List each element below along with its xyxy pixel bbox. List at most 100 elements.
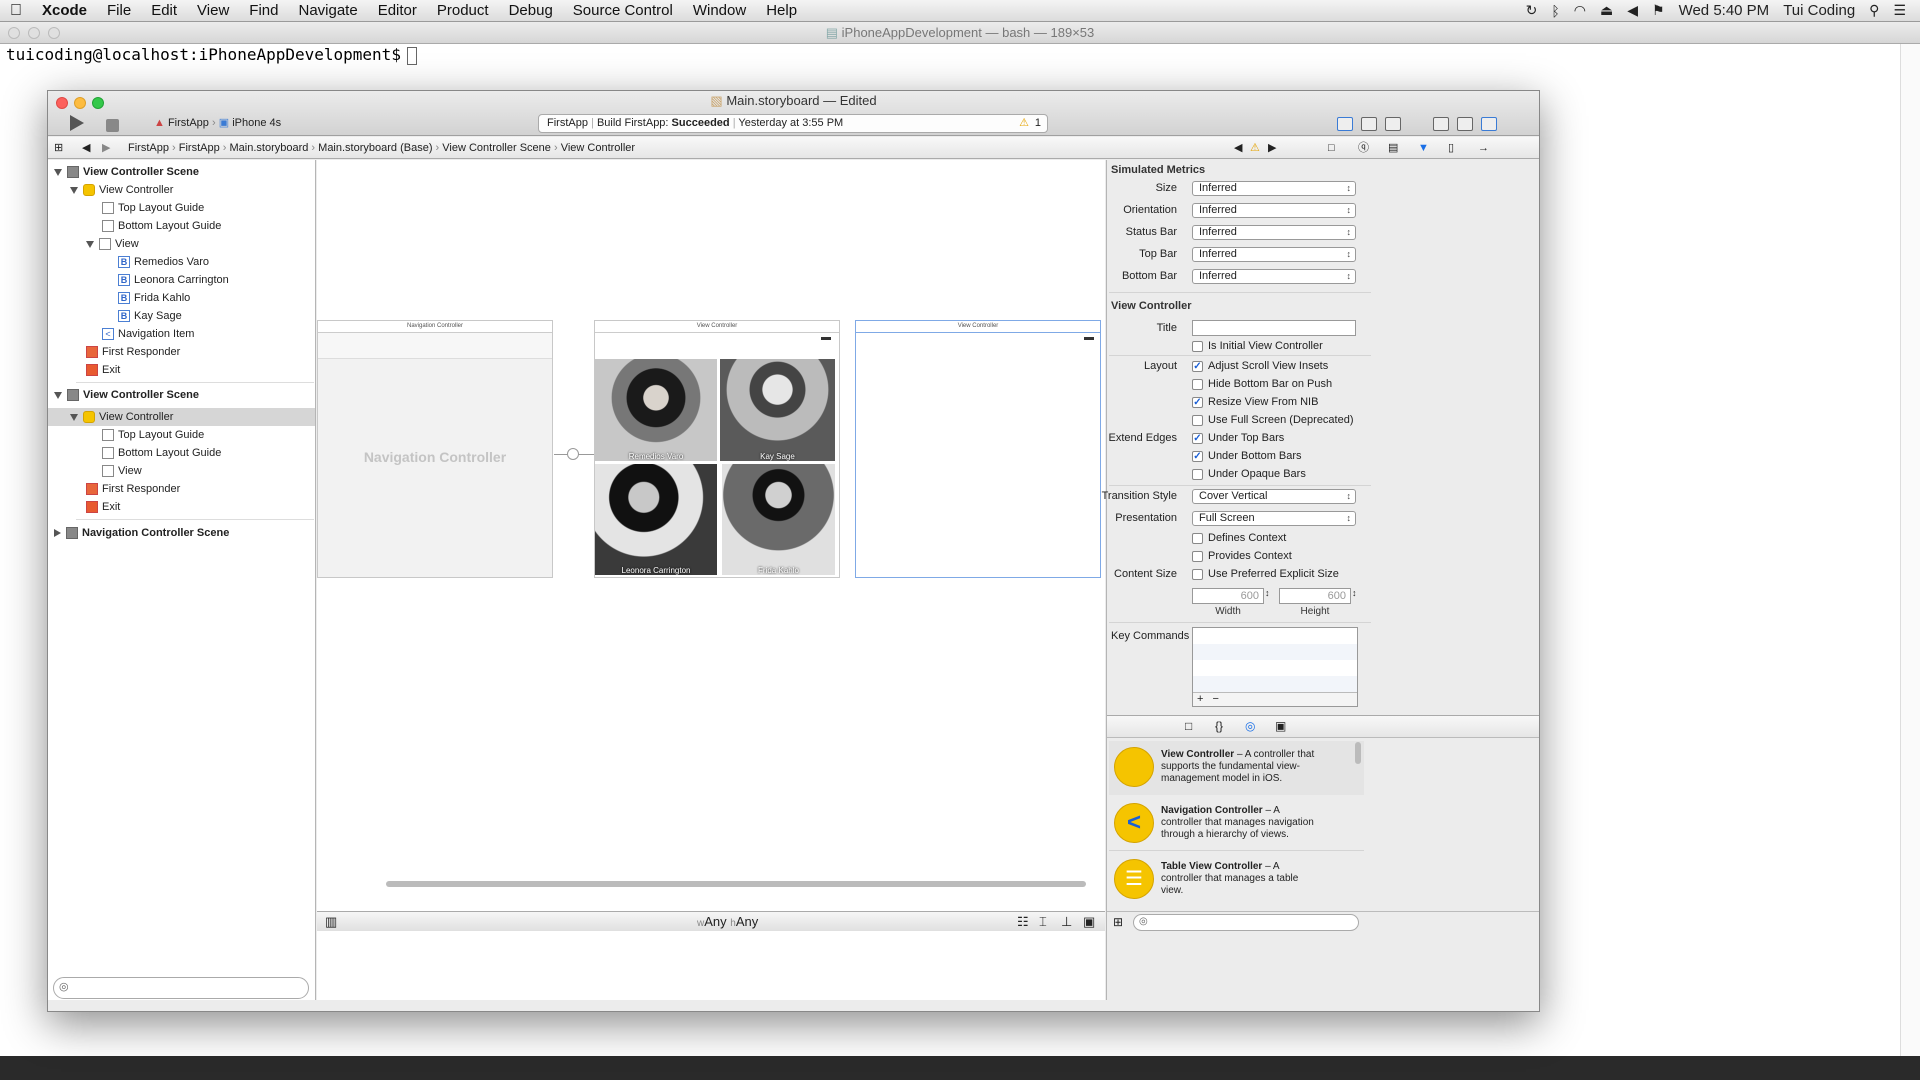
- under-top-bars-checkbox[interactable]: ✓ Under Top Bars: [1192, 432, 1284, 444]
- height-stepper-icon[interactable]: ↕: [1352, 588, 1357, 598]
- disclosure-triangle-icon[interactable]: [54, 529, 61, 537]
- assistant-editor-icon[interactable]: [1361, 117, 1377, 131]
- outline-bottom-layout-guide-2[interactable]: Bottom Layout Guide: [102, 444, 221, 462]
- terminal-close-button[interactable]: [8, 27, 20, 39]
- quick-help-icon[interactable]: ⓠ: [1358, 137, 1369, 159]
- standard-editor-icon[interactable]: [1337, 117, 1353, 131]
- identity-inspector-icon[interactable]: ▤: [1388, 137, 1398, 159]
- menu-window[interactable]: Window: [683, 2, 756, 19]
- grid-view-icon[interactable]: ⊞: [1113, 915, 1123, 929]
- bluetooth-icon[interactable]: ᛒ: [1551, 3, 1559, 19]
- menu-product[interactable]: Product: [427, 2, 499, 19]
- apple-menu-icon[interactable]: : [0, 2, 32, 20]
- segue-icon[interactable]: [567, 448, 579, 460]
- issue-prev-icon[interactable]: ◀: [1234, 137, 1242, 159]
- outline-scene-3[interactable]: Navigation Controller Scene: [54, 524, 229, 542]
- notification-center-icon[interactable]: ☰: [1893, 2, 1906, 19]
- library-item-table-view-controller[interactable]: ☰ Table View Controller – A controller t…: [1109, 853, 1364, 907]
- under-opaque-bars-checkbox[interactable]: Under Opaque Bars: [1192, 468, 1306, 480]
- stack-icon[interactable]: ☷: [1017, 914, 1029, 930]
- menu-user[interactable]: Tui Coding: [1783, 2, 1855, 19]
- breadcrumb-storyboard[interactable]: Main.storyboard: [230, 142, 309, 154]
- pin-icon[interactable]: ⊥: [1061, 914, 1072, 930]
- storyboard-canvas[interactable]: Navigation Controller Navigation Control…: [317, 160, 1105, 1000]
- terminal-minimize-button[interactable]: [28, 27, 40, 39]
- canvas-horizontal-scrollbar[interactable]: [386, 881, 1086, 887]
- breadcrumb-group[interactable]: FirstApp: [179, 142, 220, 154]
- menu-edit[interactable]: Edit: [141, 2, 187, 19]
- menu-editor[interactable]: Editor: [368, 2, 427, 19]
- disclosure-triangle-icon[interactable]: [70, 413, 78, 421]
- outline-button-frida[interactable]: B Frida Kahlo: [118, 289, 190, 307]
- disclosure-triangle-icon[interactable]: [70, 186, 78, 194]
- issue-next-icon[interactable]: ▶: [1268, 137, 1276, 159]
- outline-top-layout-guide-1[interactable]: Top Layout Guide: [102, 199, 204, 217]
- resolve-auto-layout-icon[interactable]: ▣: [1083, 914, 1095, 930]
- library-item-view-controller[interactable]: View Controller – A controller that supp…: [1109, 741, 1364, 795]
- breadcrumb-project[interactable]: FirstApp: [128, 142, 169, 154]
- menu-clock[interactable]: Wed 5:40 PM: [1679, 2, 1770, 19]
- back-arrow-icon[interactable]: ◀: [82, 137, 90, 159]
- outline-exit-1[interactable]: Exit: [86, 361, 120, 379]
- toggle-outline-icon[interactable]: ▥: [325, 914, 337, 930]
- outline-view-controller-1[interactable]: View Controller: [70, 181, 173, 199]
- photo-button-kay[interactable]: Kay Sage: [720, 359, 835, 461]
- menu-file[interactable]: File: [97, 2, 141, 19]
- code-snippet-library-icon[interactable]: {}: [1215, 719, 1223, 733]
- menu-view[interactable]: View: [187, 2, 239, 19]
- attributes-inspector-icon[interactable]: ▼: [1418, 137, 1429, 159]
- menu-navigate[interactable]: Navigate: [288, 2, 367, 19]
- media-library-icon[interactable]: ▣: [1275, 719, 1286, 733]
- size-class-control[interactable]: wAny hAny: [697, 914, 758, 929]
- full-screen-checkbox[interactable]: Use Full Screen (Deprecated): [1192, 414, 1354, 426]
- outline-button-leonora[interactable]: B Leonora Carrington: [118, 271, 229, 289]
- scheme-selector[interactable]: ▲ FirstApp › ▣ iPhone 4s: [154, 116, 281, 129]
- outline-view-controller-2[interactable]: View Controller: [48, 408, 315, 426]
- terminal-scrollbar[interactable]: [1900, 44, 1920, 1064]
- time-machine-icon[interactable]: ↻: [1526, 2, 1538, 19]
- toggle-navigator-icon[interactable]: [1433, 117, 1449, 131]
- navigation-controller-scene[interactable]: Navigation Controller Navigation Control…: [317, 320, 553, 578]
- under-bottom-bars-checkbox[interactable]: ✓ Under Bottom Bars: [1192, 450, 1302, 462]
- breadcrumb-storyboard-base[interactable]: Main.storyboard (Base): [318, 142, 432, 154]
- menu-find[interactable]: Find: [239, 2, 288, 19]
- add-key-command-button[interactable]: +: [1197, 693, 1203, 705]
- warning-count[interactable]: 1: [1035, 115, 1041, 132]
- key-commands-table[interactable]: + −: [1192, 627, 1358, 707]
- file-inspector-icon[interactable]: □: [1328, 137, 1335, 159]
- orientation-popup[interactable]: Inferred: [1192, 203, 1356, 218]
- connections-inspector-icon[interactable]: →: [1478, 137, 1489, 159]
- outline-first-responder-2[interactable]: First Responder: [86, 480, 180, 498]
- initial-view-controller-checkbox[interactable]: Is Initial View Controller: [1192, 340, 1323, 352]
- wifi-icon[interactable]: ◠: [1574, 2, 1586, 19]
- resize-from-nib-checkbox[interactable]: ✓ Resize View From NIB: [1192, 396, 1318, 408]
- outline-scene-1[interactable]: View Controller Scene: [54, 163, 199, 181]
- outline-button-remedios[interactable]: B Remedios Varo: [118, 253, 209, 271]
- presentation-popup[interactable]: Full Screen: [1192, 511, 1356, 526]
- related-items-icon[interactable]: ⊞: [54, 137, 63, 159]
- disclosure-triangle-icon[interactable]: [86, 240, 94, 248]
- menu-help[interactable]: Help: [756, 2, 807, 19]
- outline-bottom-layout-guide-1[interactable]: Bottom Layout Guide: [102, 217, 221, 235]
- status-bar-popup[interactable]: Inferred: [1192, 225, 1356, 240]
- stop-button[interactable]: [106, 119, 119, 132]
- preferred-size-checkbox[interactable]: Use Preferred Explicit Size: [1192, 568, 1339, 580]
- disclosure-triangle-icon[interactable]: [54, 391, 62, 399]
- transition-style-popup[interactable]: Cover Vertical: [1192, 489, 1356, 504]
- terminal-zoom-button[interactable]: [48, 27, 60, 39]
- bottom-bar-popup[interactable]: Inferred: [1192, 269, 1356, 284]
- toggle-debug-area-icon[interactable]: [1457, 117, 1473, 131]
- library-filter-field[interactable]: ◎: [1133, 914, 1359, 931]
- outline-first-responder-1[interactable]: First Responder: [86, 343, 180, 361]
- photo-button-remedios[interactable]: Remedios Varo: [595, 359, 717, 461]
- view-controller-scene-photos[interactable]: View Controller Remedios Varo Kay Sage L…: [594, 320, 840, 578]
- defines-context-checkbox[interactable]: Defines Context: [1192, 532, 1286, 544]
- width-stepper-icon[interactable]: ↕: [1265, 588, 1270, 598]
- issue-warning-icon[interactable]: ⚠: [1250, 137, 1260, 159]
- breadcrumb-scene[interactable]: View Controller Scene: [442, 142, 551, 154]
- outline-filter-field[interactable]: ◎: [53, 977, 309, 999]
- flag-icon[interactable]: ⚑: [1652, 2, 1665, 19]
- photo-button-leonora[interactable]: Leonora Carrington: [595, 464, 717, 575]
- menu-debug[interactable]: Debug: [499, 2, 563, 19]
- outline-top-layout-guide-2[interactable]: Top Layout Guide: [102, 426, 204, 444]
